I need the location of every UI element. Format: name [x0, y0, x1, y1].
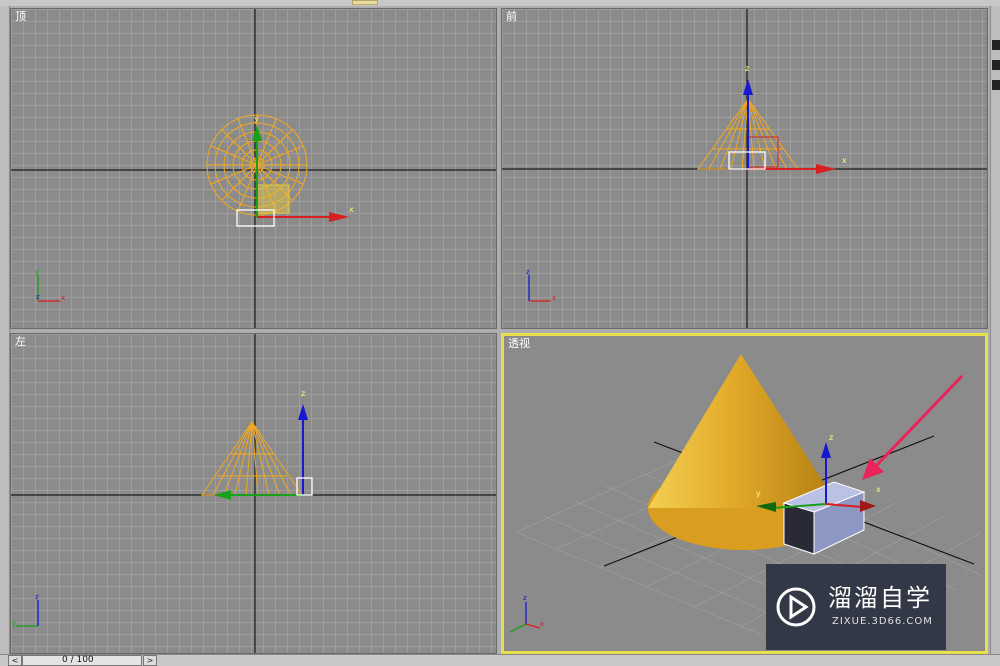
top-view-canvas: x y y x z [11, 9, 496, 328]
svg-text:x: x [61, 294, 65, 302]
viewport-top[interactable]: x y y x z 顶 [10, 8, 497, 329]
prev-frame-button[interactable]: < [8, 655, 22, 666]
next-frame-button[interactable]: > [143, 655, 157, 666]
viewport-label[interactable]: 左 [15, 336, 26, 348]
svg-text:z: z [829, 433, 833, 442]
svg-text:x: x [540, 620, 544, 628]
frame-counter: 0 / 100 [62, 655, 94, 665]
selection-box [296, 477, 313, 496]
svg-text:z: z [745, 64, 749, 73]
toolbar-tab[interactable] [352, 0, 378, 5]
svg-text:z: z [526, 268, 530, 276]
watermark: 溜溜自学 ZIXUE.3D66.COM [766, 564, 946, 650]
viewport-label[interactable]: 透视 [508, 338, 530, 350]
front-view-canvas: x z z x [502, 9, 987, 328]
watermark-brand: 溜溜自学 [828, 584, 932, 612]
view-axis-tripod-icon: z x [509, 594, 544, 633]
top-toolbar-strip [0, 0, 1000, 6]
view-axis-tripod-icon: z y [12, 593, 39, 627]
left-view-canvas: z z y [11, 334, 496, 653]
svg-text:x: x [876, 485, 881, 494]
svg-text:z: z [523, 594, 527, 602]
svg-text:y: y [12, 619, 16, 627]
viewport-label[interactable]: 前 [506, 11, 517, 23]
svg-text:x: x [349, 205, 354, 214]
left-toolbar-strip [0, 6, 10, 654]
annotation-arrow-icon [862, 374, 964, 480]
transform-gizmo-icon: x y [252, 114, 354, 222]
viewport-front[interactable]: x z z x 前 [501, 8, 988, 329]
watermark-url: ZIXUE.3D66.COM [832, 616, 933, 627]
viewport-left[interactable]: z z y 左 [10, 333, 497, 654]
svg-text:x: x [552, 294, 556, 302]
viewport-label[interactable]: 顶 [15, 11, 26, 23]
cone-wireframe-icon [201, 421, 303, 496]
panel-icon[interactable] [992, 60, 1000, 70]
svg-text:y: y [254, 114, 259, 123]
panel-icon[interactable] [992, 40, 1000, 50]
play-logo-icon [776, 587, 816, 627]
svg-text:y: y [756, 489, 761, 498]
view-axis-tripod-icon: y x z [35, 268, 65, 302]
time-slider: < 0 / 100 > [0, 654, 1000, 666]
svg-text:x: x [842, 156, 847, 165]
command-panel-strip [990, 6, 1000, 654]
panel-icon[interactable] [992, 80, 1000, 90]
svg-text:y: y [35, 268, 39, 276]
svg-text:z: z [35, 593, 39, 601]
svg-text:z: z [301, 389, 305, 398]
view-axis-tripod-icon: z x [526, 268, 556, 302]
svg-text:z: z [36, 293, 40, 301]
